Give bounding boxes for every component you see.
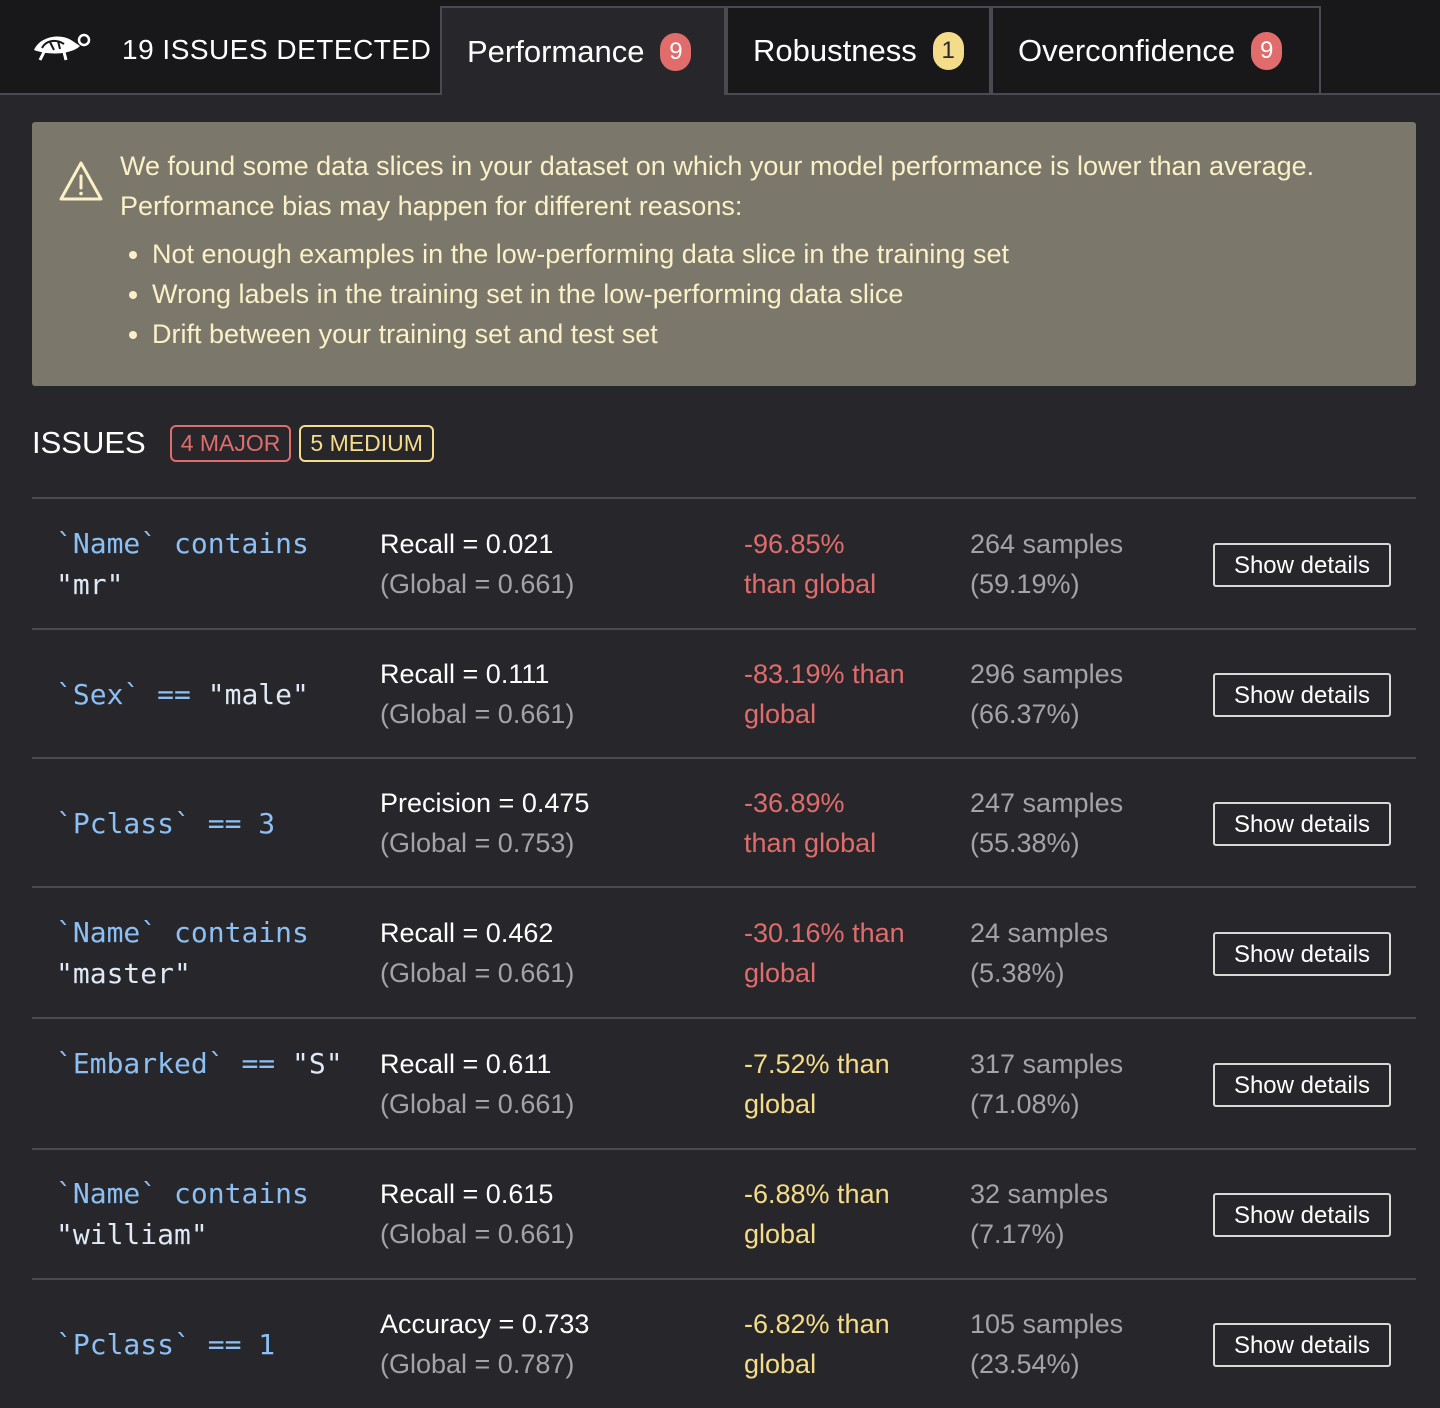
metric-value: Recall = 0.615	[380, 1179, 554, 1209]
tab-label: Overconfidence	[1018, 32, 1236, 68]
delta-vs-global: -7.52% than global	[744, 1049, 890, 1119]
show-details-button[interactable]: Show details	[1213, 1063, 1391, 1107]
slice-condition: `Sex` == "male"	[56, 677, 309, 711]
tab-count-badge: 9	[1251, 31, 1283, 70]
metric-cell: Accuracy = 0.733 (Global = 0.787)	[380, 1304, 589, 1384]
slice-condition: `Embarked` == "S"	[56, 1047, 343, 1080]
sample-count: 247 samples (55.38%)	[970, 788, 1124, 858]
issues-title: ISSUES	[32, 425, 146, 460]
global-metric-value: (Global = 0.661)	[380, 958, 575, 988]
metric-cell: Precision = 0.475 (Global = 0.753)	[380, 783, 589, 863]
metric-cell: Recall = 0.111 (Global = 0.661)	[380, 654, 574, 734]
issue-row: `Name` contains "master" Recall = 0.462 (G…	[32, 886, 1416, 1017]
issue-row: `Embarked` == "S" Recall = 0.611 (Global =…	[32, 1017, 1416, 1148]
metric-value: Recall = 0.111	[380, 659, 550, 689]
tab-count-badge: 9	[660, 32, 692, 71]
top-bar: 19 ISSUES DETECTED Performance 9 Robustn…	[0, 0, 1440, 95]
show-details-button[interactable]: Show details	[1213, 1323, 1391, 1367]
show-details-button[interactable]: Show details	[1213, 1193, 1391, 1237]
alert-intro-text: We found some data slices in your datase…	[120, 151, 1315, 221]
performance-bias-alert: We found some data slices in your datase…	[32, 122, 1416, 386]
major-count-badge: 4 MAJOR	[169, 424, 292, 462]
delta-vs-global: -83.19% than global	[744, 659, 905, 729]
sample-count: 264 samples (59.19%)	[970, 529, 1124, 599]
metric-value: Recall = 0.462	[380, 918, 554, 948]
tab-overconfidence[interactable]: Overconfidence 9	[991, 6, 1321, 93]
slice-condition: `Name` contains "william"	[56, 1177, 309, 1251]
issue-row: `Sex` == "male" Recall = 0.111 (Global = 0…	[32, 628, 1416, 757]
show-details-button[interactable]: Show details	[1213, 802, 1391, 846]
metric-cell: Recall = 0.611 (Global = 0.661)	[380, 1044, 574, 1124]
global-metric-value: (Global = 0.753)	[380, 828, 575, 858]
issue-row: `Pclass` == 3 Precision = 0.475 (Global = …	[32, 757, 1416, 886]
metric-value: Recall = 0.611	[380, 1049, 552, 1079]
delta-vs-global: -96.85% than global	[744, 529, 877, 599]
global-metric-value: (Global = 0.787)	[380, 1349, 575, 1379]
sample-count: 105 samples (23.54%)	[970, 1309, 1124, 1379]
tab-performance[interactable]: Performance 9	[440, 6, 726, 95]
tab-robustness[interactable]: Robustness 1	[726, 6, 991, 93]
slice-condition: `Name` contains "master"	[56, 916, 309, 990]
show-details-button[interactable]: Show details	[1213, 673, 1391, 717]
show-details-button[interactable]: Show details	[1213, 932, 1391, 976]
delta-vs-global: -6.82% than global	[744, 1309, 890, 1379]
metric-value: Recall = 0.021	[380, 529, 554, 559]
reason-item: Wrong labels in the training set in the …	[152, 274, 1009, 314]
global-metric-value: (Global = 0.661)	[380, 569, 575, 599]
medium-count-badge: 5 MEDIUM	[299, 424, 434, 462]
sample-count: 296 samples (66.37%)	[970, 659, 1124, 729]
tab-count-badge: 1	[932, 31, 964, 70]
tab-label: Performance	[467, 33, 645, 69]
turtle-logo-icon	[34, 33, 91, 61]
metric-value: Accuracy = 0.733	[380, 1309, 590, 1339]
issues-table: `Name` contains "mr" Recall = 0.021 (Globa…	[32, 497, 1416, 1408]
global-metric-value: (Global = 0.661)	[380, 699, 575, 729]
sample-count: 24 samples (5.38%)	[970, 918, 1109, 988]
issues-detected-count: 19 ISSUES DETECTED	[122, 34, 432, 65]
reason-item: Drift between your training set and test…	[152, 314, 1009, 354]
slice-condition: `Pclass` == 3	[56, 806, 276, 840]
global-metric-value: (Global = 0.661)	[380, 1089, 575, 1119]
brand: 19 ISSUES DETECTED	[0, 0, 440, 93]
delta-vs-global: -6.88% than global	[744, 1179, 890, 1249]
metric-cell: Recall = 0.615 (Global = 0.661)	[380, 1174, 574, 1254]
issue-row: `Pclass` == 1 Accuracy = 0.733 (Global = 0…	[32, 1278, 1416, 1408]
slice-condition: `Name` contains "mr"	[56, 527, 309, 601]
warning-triangle-icon	[59, 161, 103, 201]
sample-count: 317 samples (71.08%)	[970, 1049, 1124, 1119]
sample-count: 32 samples (7.17%)	[970, 1179, 1109, 1249]
tab-label: Robustness	[753, 32, 917, 68]
issue-row: `Name` contains "mr" Recall = 0.021 (Globa…	[32, 497, 1416, 628]
metric-cell: Recall = 0.462 (Global = 0.661)	[380, 913, 574, 993]
metric-value: Precision = 0.475	[380, 788, 590, 818]
delta-vs-global: -30.16% than global	[744, 918, 905, 988]
slice-condition: `Pclass` == 1	[56, 1327, 276, 1361]
reasons-list: Not enough examples in the low-performin…	[120, 234, 1009, 354]
show-details-button[interactable]: Show details	[1213, 543, 1391, 587]
delta-vs-global: -36.89% than global	[744, 788, 877, 858]
reason-item: Not enough examples in the low-performin…	[152, 234, 1009, 274]
metric-cell: Recall = 0.021 (Global = 0.661)	[380, 524, 574, 604]
issue-row: `Name` contains "william" Recall = 0.615 (…	[32, 1148, 1416, 1278]
global-metric-value: (Global = 0.661)	[380, 1219, 575, 1249]
issues-header: ISSUES 4 MAJOR 5 MEDIUM	[32, 420, 442, 466]
